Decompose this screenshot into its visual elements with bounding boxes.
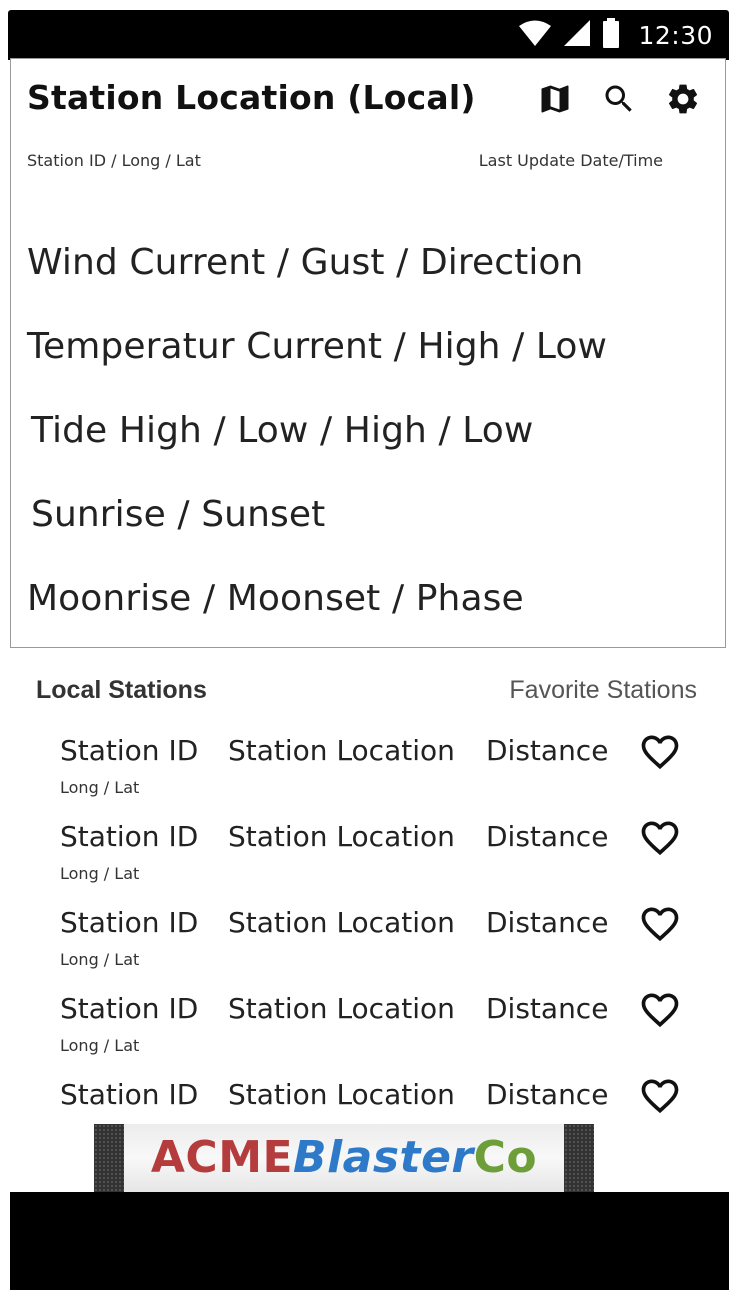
wind-reading: Wind Current / Gust / Direction xyxy=(27,242,584,283)
ad-logo-co: Co xyxy=(473,1132,538,1183)
station-location: Station Location xyxy=(228,820,455,853)
station-id: Station ID xyxy=(60,992,199,1025)
station-distance: Distance xyxy=(486,734,609,767)
station-id: Station ID xyxy=(60,906,199,939)
status-icons: 12:30 xyxy=(518,17,713,53)
station-location: Station Location xyxy=(228,734,455,767)
app-screen: 12:30 Station Location (Local) Station I… xyxy=(0,0,729,1290)
station-id: Station ID xyxy=(60,1078,199,1111)
station-distance: Distance xyxy=(486,906,609,939)
station-location: Station Location xyxy=(228,906,455,939)
list-item[interactable]: Station ID Station Location Distance Lon… xyxy=(60,730,700,816)
favorite-button[interactable] xyxy=(636,730,684,778)
station-coords: Long / Lat xyxy=(60,1036,140,1055)
station-meta: Station ID / Long / Lat xyxy=(27,151,201,170)
heart-icon xyxy=(638,902,682,951)
sun-reading: Sunrise / Sunset xyxy=(31,494,326,535)
wifi-icon xyxy=(518,19,552,52)
heart-icon xyxy=(638,1074,682,1123)
heart-icon xyxy=(638,816,682,865)
station-coords: Long / Lat xyxy=(60,864,140,883)
station-coords: Long / Lat xyxy=(60,778,140,797)
station-id: Station ID xyxy=(60,734,199,767)
last-update: Last Update Date/Time xyxy=(478,151,663,170)
heart-icon xyxy=(638,730,682,779)
tab-favorite-stations[interactable]: Favorite Stations xyxy=(509,676,697,705)
moon-reading: Moonrise / Moonset / Phase xyxy=(27,578,524,619)
station-distance: Distance xyxy=(486,1078,609,1111)
list-item[interactable]: Station ID Station Location Distance Lon… xyxy=(60,988,700,1074)
map-icon xyxy=(537,81,573,122)
station-tabs: Local Stations Favorite Stations xyxy=(36,672,697,712)
map-button[interactable] xyxy=(535,81,575,121)
ad-banner[interactable]: ACMEBlasterCo xyxy=(94,1124,594,1192)
ad-logo: ACMEBlasterCo xyxy=(151,1124,537,1192)
station-location: Station Location xyxy=(228,992,455,1025)
favorite-button[interactable] xyxy=(636,816,684,864)
status-bar: 12:30 xyxy=(8,10,729,60)
header-actions xyxy=(535,81,703,121)
list-item[interactable]: Station ID Station Location Distance Lon… xyxy=(60,816,700,902)
list-item[interactable]: Station ID Station Location Distance Lon… xyxy=(60,902,700,988)
favorite-button[interactable] xyxy=(636,988,684,1036)
favorite-button[interactable] xyxy=(636,902,684,950)
status-time: 12:30 xyxy=(638,20,713,50)
settings-button[interactable] xyxy=(663,81,703,121)
tab-local-stations[interactable]: Local Stations xyxy=(36,676,207,705)
station-id: Station ID xyxy=(60,820,199,853)
station-card: Station Location (Local) Station ID / Lo… xyxy=(10,58,726,648)
signal-icon xyxy=(562,19,592,52)
navigation-bar xyxy=(10,1192,729,1290)
heart-icon xyxy=(638,988,682,1037)
ad-logo-blaster: Blaster xyxy=(293,1132,474,1183)
ad-banner-edge xyxy=(564,1124,594,1192)
ad-logo-acme: ACME xyxy=(150,1132,294,1183)
search-icon xyxy=(601,81,637,122)
station-coords: Long / Lat xyxy=(60,950,140,969)
weather-readings: Wind Current / Gust / Direction Temperat… xyxy=(27,235,709,655)
station-distance: Distance xyxy=(486,820,609,853)
station-list: Station ID Station Location Distance Lon… xyxy=(60,730,700,1160)
gear-icon xyxy=(665,81,701,122)
search-button[interactable] xyxy=(599,81,639,121)
tide-reading: Tide High / Low / High / Low xyxy=(31,410,534,451)
battery-icon xyxy=(602,17,620,53)
temperature-reading: Temperatur Current / High / Low xyxy=(27,326,608,367)
card-header: Station Location (Local) xyxy=(27,75,709,125)
station-location: Station Location xyxy=(228,1078,455,1111)
ad-banner-edge xyxy=(94,1124,124,1192)
favorite-button[interactable] xyxy=(636,1074,684,1122)
station-distance: Distance xyxy=(486,992,609,1025)
page-title: Station Location (Local) xyxy=(27,78,476,117)
